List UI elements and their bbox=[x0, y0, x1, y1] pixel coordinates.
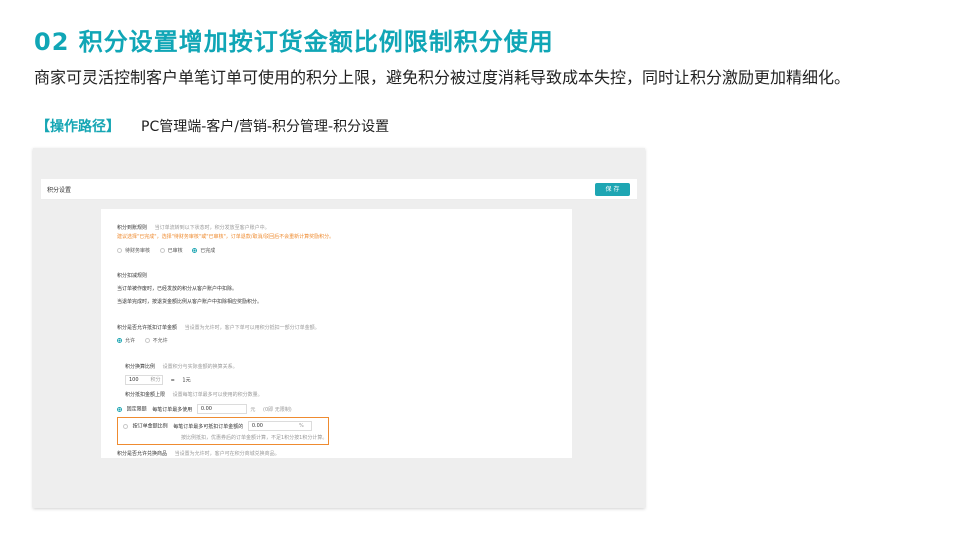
ratio-hint: 设置积分与实际金额的换算关系。 bbox=[162, 364, 238, 370]
ratio-label: 积分换算比例 bbox=[125, 364, 156, 370]
limit-label: 积分抵扣金额上限 bbox=[125, 392, 166, 398]
ratio-limit-row: 按订单金额比例 每笔订单最多可抵扣订单金额的 0.00% bbox=[123, 421, 312, 431]
deduct-rule-line2: 当退单完成时，按退货金额比例从客户账户中扣除相应奖励积分。 bbox=[117, 299, 263, 305]
arrival-rule-row: 积分到账规则 当订单流转到以下状态时，积分发放至客户账户中。 bbox=[117, 224, 270, 231]
offset-options: 允许 不允许 bbox=[117, 337, 176, 344]
deduct-rule-label: 积分扣减规则 bbox=[117, 273, 148, 279]
operation-path-text: PC管理端-客户/营销-积分管理-积分设置 bbox=[141, 119, 390, 135]
radio-checked-icon bbox=[117, 338, 122, 343]
arrival-rule-label: 积分到账规则 bbox=[117, 225, 148, 231]
ratio-inputs: 100 积分 = 1元 bbox=[125, 375, 191, 385]
radio-icon bbox=[117, 248, 122, 253]
points-input[interactable]: 100 积分 bbox=[125, 375, 163, 385]
ratio-limit-option[interactable]: 按订单金额比例 bbox=[133, 424, 168, 430]
exchange-label: 积分是否允许兑换商品 bbox=[117, 451, 168, 457]
arrival-options: 待财务审核 已审核 已完成 bbox=[117, 247, 223, 254]
arrival-rule-hint: 当订单流转到以下状态时，积分发放至客户账户中。 bbox=[154, 225, 270, 231]
fixed-limit-text: 每笔订单最多使用 bbox=[152, 406, 193, 413]
radio-icon[interactable] bbox=[123, 423, 128, 429]
money-value: 1元 bbox=[182, 377, 191, 384]
fixed-limit-row: 固定限额 每笔订单最多使用 0.00 元 (0即 无限制) bbox=[117, 404, 292, 414]
radio-checked-icon bbox=[192, 248, 198, 253]
exchange-row: 积分是否允许兑换商品 当设置为允许时，客户可在积分商城兑换商品。 bbox=[117, 450, 280, 457]
radio-icon bbox=[159, 248, 165, 253]
deduct-rule-line1: 当订单被作废时，已经发放的积分从客户账户中扣除。 bbox=[117, 286, 238, 292]
ratio-limit-note: 按比例抵扣，优惠券后的订单金额计算，不足1积分按1积分计算。 bbox=[181, 435, 328, 441]
offset-hint: 当设置为允许时，客户下单可以用积分抵扣一部分订单金额。 bbox=[184, 325, 320, 331]
fixed-limit-note: (0即 无限制) bbox=[263, 406, 292, 413]
slide-title: 02 积分设置增加按订货金额比例限制积分使用 bbox=[34, 28, 554, 56]
ratio-limit-input[interactable]: 0.00% bbox=[247, 421, 312, 431]
limit-hint: 设置每笔订单最多可以使用的积分数量。 bbox=[172, 392, 263, 398]
option-disallow[interactable]: 不允许 bbox=[144, 337, 168, 344]
equals-sign: = bbox=[170, 377, 175, 384]
limit-row: 积分抵扣金额上限 设置每笔订单最多可以使用的积分数量。 bbox=[125, 391, 263, 398]
radio-icon bbox=[144, 338, 150, 343]
operation-path-label: 【操作路径】 bbox=[36, 119, 120, 135]
ui-screenshot: 积分设置 保 存 积分到账规则 当订单流转到以下状态时，积分发放至客户账户中。 … bbox=[33, 148, 645, 508]
settings-card: 积分到账规则 当订单流转到以下状态时，积分发放至客户账户中。 建议选择"已完成"… bbox=[101, 209, 572, 458]
slide-subtitle: 商家可灵活控制客户单笔订单可使用的积分上限，避免积分被过度消耗导致成本失控，同时… bbox=[34, 68, 851, 87]
fixed-limit-input[interactable]: 0.00 bbox=[196, 404, 247, 414]
offset-label: 积分是否允许抵扣订单金额 bbox=[117, 325, 178, 331]
ratio-limit-text: 每笔订单最多可抵扣订单金额的 bbox=[173, 423, 244, 430]
arrival-rule-warning: 建议选择"已完成"，选择"待财务审核"或"已审核"，订单退款/取消/驳回后不会重… bbox=[117, 234, 335, 240]
option-pending-finance[interactable]: 待财务审核 bbox=[117, 247, 150, 254]
save-button[interactable]: 保 存 bbox=[595, 183, 630, 196]
offset-row: 积分是否允许抵扣订单金额 当设置为允许时，客户下单可以用积分抵扣一部分订单金额。 bbox=[117, 324, 320, 331]
fixed-limit-unit: 元 bbox=[250, 406, 256, 413]
fixed-limit-option[interactable]: 固定限额 bbox=[127, 407, 147, 413]
panel-title: 积分设置 bbox=[47, 187, 72, 194]
exchange-hint: 当设置为允许时，客户可在积分商城兑换商品。 bbox=[174, 451, 280, 457]
option-approved[interactable]: 已审核 bbox=[159, 247, 183, 254]
ratio-row: 积分换算比例 设置积分与实际金额的换算关系。 bbox=[125, 363, 238, 370]
option-allow[interactable]: 允许 bbox=[117, 337, 135, 344]
radio-checked-icon[interactable] bbox=[117, 406, 122, 412]
option-completed[interactable]: 已完成 bbox=[192, 247, 215, 254]
panel-header: 积分设置 保 存 bbox=[41, 179, 637, 200]
